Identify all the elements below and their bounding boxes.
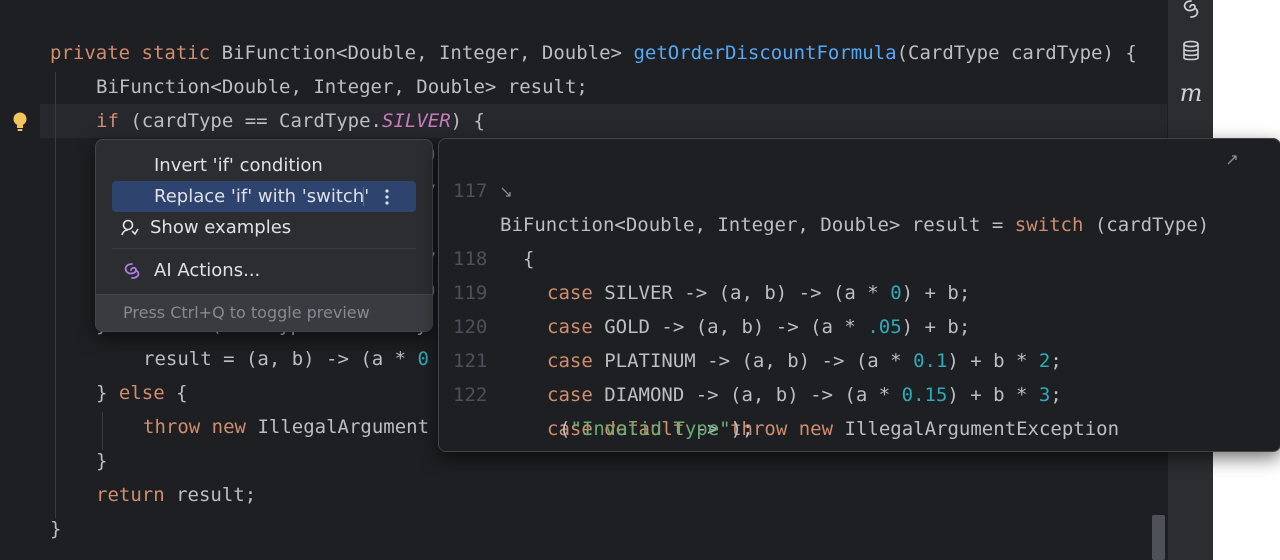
vertical-scrollbar[interactable]	[1152, 515, 1165, 560]
ai-assistant-icon[interactable]	[1178, 0, 1204, 22]
method-name: getOrderDiscountFormula	[633, 42, 897, 64]
menu-item-ai-actions[interactable]: AI Actions...	[112, 255, 416, 286]
code-line-close-brace: }	[96, 450, 108, 472]
indent-guide	[55, 72, 56, 518]
more-options-button[interactable]	[374, 181, 400, 212]
ai-assistant-icon	[124, 263, 140, 279]
code-line-throw: throw new IllegalArgument	[143, 416, 430, 438]
preview-line: ("Invalid Type");	[559, 418, 754, 440]
intention-preview-popup: 117 BiFunction<Double, Integer, Double> …	[438, 138, 1280, 452]
database-icon[interactable]	[1178, 38, 1204, 64]
code-line-close-brace: }	[50, 518, 62, 540]
preview-line: 123 };	[439, 412, 485, 446]
menu-separator	[112, 248, 416, 249]
menu-item-invert-if[interactable]: Invert 'if' condition	[112, 150, 416, 181]
code-line-method-signature: private static BiFunction<Double, Intege…	[50, 42, 1137, 64]
menu-item-divider	[363, 187, 364, 206]
preview-line: 120 case PLATINUM -> (a, b) -> (a * 0.1)…	[439, 276, 1062, 372]
code-line-result-declaration: BiFunction<Double, Integer, Double> resu…	[96, 76, 588, 98]
preview-line: 118 case SILVER -> (a, b) -> (a * 0) + b…	[439, 208, 970, 304]
soft-wrap-icon	[501, 187, 511, 197]
preview-line: {	[439, 174, 534, 270]
maven-icon[interactable]: m	[1178, 79, 1204, 107]
examples-icon	[121, 219, 139, 236]
line-number: 123	[453, 446, 493, 451]
preview-line: 119 case GOLD -> (a, b) -> (a * .05) + b…	[439, 242, 970, 338]
code-line-return: return result;	[96, 484, 257, 506]
menu-item-show-examples[interactable]: Show examples	[112, 212, 416, 243]
preview-line: 121 case DIAMOND -> (a, b) -> (a * 0.15)…	[439, 310, 1062, 406]
preview-line: 117 BiFunction<Double, Integer, Double> …	[439, 140, 1237, 236]
preview-line: 122 case default -> throw new IllegalArg…	[439, 344, 1119, 440]
soft-wrap-icon	[1227, 155, 1237, 165]
lightbulb-icon[interactable]	[11, 111, 29, 133]
code-line-if-condition: if (cardType == CardType.SILVER) {	[96, 110, 485, 132]
code-line-else: } else {	[96, 382, 188, 404]
preview-hint-footer: Press Ctrl+Q to toggle preview	[96, 294, 432, 331]
vertical-ellipsis-icon	[385, 188, 389, 205]
menu-item-replace-if-with-switch[interactable]: Replace 'if' with 'switch'	[112, 181, 416, 212]
intention-actions-popup: Invert 'if' condition Replace 'if' with …	[95, 139, 433, 332]
code-line-result-assignment: result = (a, b) -> (a * 0	[143, 348, 429, 370]
